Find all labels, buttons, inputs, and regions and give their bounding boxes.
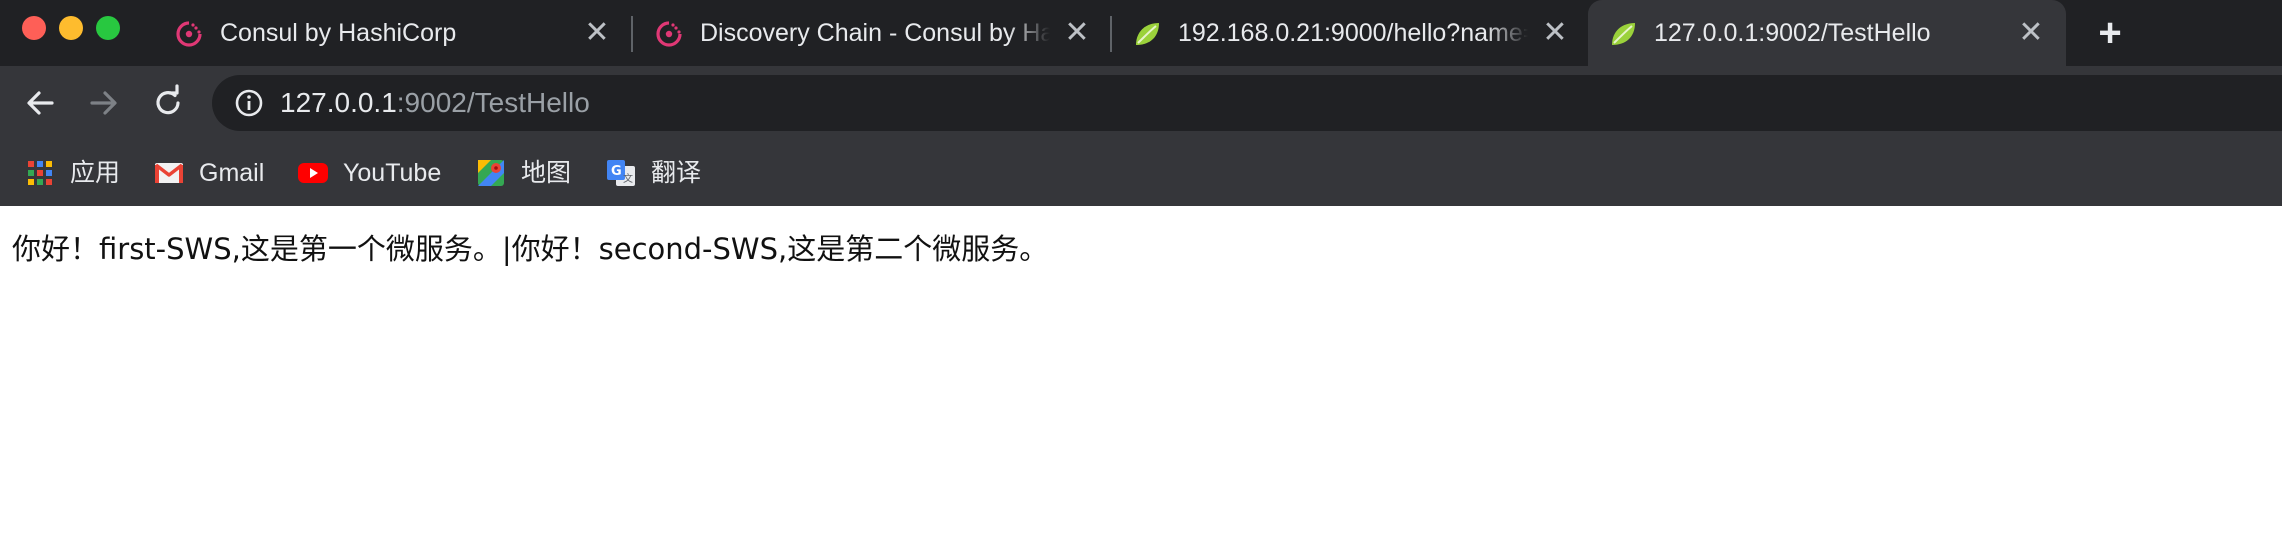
bookmark-translate[interactable]: G 文 翻译 [605, 140, 701, 206]
apps-grid-icon [24, 157, 56, 189]
spring-leaf-icon [1132, 19, 1162, 49]
zoom-window-button[interactable] [96, 16, 120, 40]
back-arrow-icon [27, 91, 54, 115]
tab-strip: Consul by HashiCorp ✕ Discovery Chain - … [0, 0, 2282, 66]
tab-divider [631, 16, 633, 52]
bookmark-label: 地图 [521, 159, 572, 187]
close-tab-icon[interactable]: ✕ [1540, 18, 1570, 48]
tab-hello-9000[interactable]: 192.168.0.21:9000/hello?name= ✕ [1112, 0, 1590, 66]
bookmark-youtube[interactable]: YouTube [297, 140, 441, 206]
translate-icon: G 文 [605, 157, 637, 189]
tab-title: 192.168.0.21:9000/hello?name= [1178, 19, 1528, 47]
close-tab-icon[interactable]: ✕ [2016, 18, 2046, 48]
bookmark-label: Gmail [199, 159, 265, 187]
svg-text:文: 文 [623, 172, 633, 185]
page-content: 你好！first-SWS,这是第一个微服务。|你好！second-SWS,这是第… [0, 206, 2282, 558]
forward-button[interactable] [84, 83, 124, 123]
tab-discovery-chain[interactable]: Discovery Chain - Consul by HashiCorp ✕ [634, 0, 1112, 66]
browser-window: Consul by HashiCorp ✕ Discovery Chain - … [0, 0, 2282, 558]
minimize-window-button[interactable] [59, 16, 83, 40]
bookmark-label: 翻译 [651, 159, 702, 187]
tab-title: Discovery Chain - Consul by HashiCorp [700, 19, 1050, 47]
new-tab-button[interactable]: + [2090, 13, 2130, 53]
spring-leaf-icon [1608, 19, 1638, 49]
bookmarks-bar: 应用 Gmail YouTube 地图 G 文 翻译 [0, 140, 2282, 206]
bookmark-label: 应用 [70, 159, 121, 187]
tab-title: Consul by HashiCorp [220, 19, 457, 47]
response-text: 你好！first-SWS,这是第一个微服务。|你好！second-SWS,这是第… [12, 232, 1049, 266]
reload-button[interactable] [148, 83, 188, 123]
gmail-icon [153, 157, 185, 189]
close-tab-icon[interactable]: ✕ [1062, 18, 1092, 48]
consul-icon [654, 19, 684, 49]
bookmark-apps[interactable]: 应用 [24, 140, 120, 206]
tab-consul[interactable]: Consul by HashiCorp ✕ [154, 0, 632, 66]
close-tab-icon[interactable]: ✕ [582, 18, 612, 48]
url-path: :9002/TestHello [396, 87, 590, 118]
tab-test-hello[interactable]: 127.0.0.1:9002/TestHello ✕ [1588, 0, 2066, 66]
close-window-button[interactable] [22, 16, 46, 40]
bookmark-maps[interactable]: 地图 [475, 140, 571, 206]
reload-icon [156, 84, 180, 115]
back-button[interactable] [20, 83, 60, 123]
address-bar[interactable]: 127.0.0.1:9002/TestHello [212, 75, 2282, 131]
bookmark-label: YouTube [343, 159, 442, 187]
bookmark-gmail[interactable]: Gmail [153, 140, 264, 206]
maps-icon [475, 157, 507, 189]
svg-text:G: G [611, 164, 622, 179]
site-info-icon[interactable] [234, 88, 264, 118]
forward-arrow-icon [90, 91, 117, 115]
youtube-icon [297, 157, 329, 189]
url-text[interactable]: 127.0.0.1:9002/TestHello [280, 87, 590, 119]
toolbar: 127.0.0.1:9002/TestHello [0, 66, 2282, 140]
consul-icon [174, 19, 204, 49]
url-host: 127.0.0.1 [280, 87, 397, 118]
tab-title: 127.0.0.1:9002/TestHello [1654, 19, 1931, 47]
